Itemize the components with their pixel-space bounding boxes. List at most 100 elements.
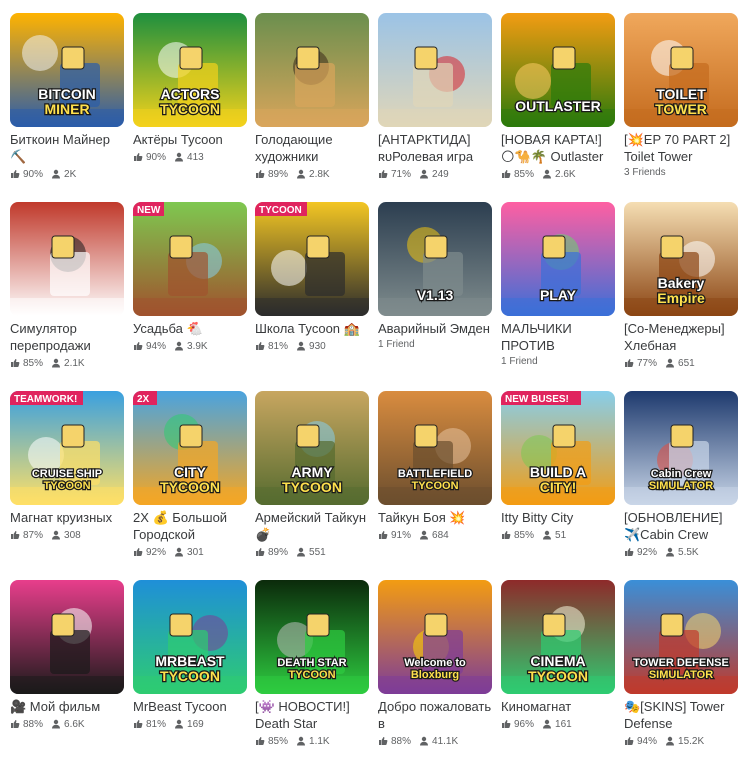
person-icon [52,358,61,368]
game-title[interactable]: Тайкун Боя 💥 [378,509,492,526]
svg-text:TYCOON: TYCOON [160,668,220,684]
game-title[interactable]: Itty Bitty City [501,509,615,526]
person-icon [543,719,552,729]
game-title[interactable]: Голодающие художники [255,131,369,165]
svg-text:Bakery: Bakery [658,275,705,291]
game-title[interactable]: Биткоин Майнер ⛏️ [10,131,124,165]
svg-text:NEW BUSES!: NEW BUSES! [505,394,569,405]
game-thumbnail[interactable]: MRBEAST TYCOON [133,580,247,694]
rating-stat: 85% [501,530,534,541]
game-title[interactable]: [Со-Менеджеры] Хлебная [624,320,738,354]
game-card[interactable]: BUILD A CITY! NEW BUSES! Itty Bitty City 85%… [501,391,615,573]
game-thumbnail[interactable]: CRUISE SHIP TYCOON TEAMWORK! [10,391,124,505]
thumbs-up-icon [379,170,388,178]
svg-text:CRUISE SHIP: CRUISE SHIP [32,468,102,480]
svg-text:TYCOON: TYCOON [160,101,220,117]
game-card[interactable]: MRBEAST TYCOON MrBeast Tycoon 81% 169 [133,580,247,762]
game-thumbnail[interactable]: CITY TYCOON 2X [133,391,247,505]
game-card[interactable]: TOILET TOWER [💥EP 70 PART 2] Toilet Tower 3… [624,13,738,195]
game-thumbnail[interactable]: Cabin Crew SIMULATOR [624,391,738,505]
game-stats: 92% 301 [133,545,247,559]
game-thumbnail[interactable]: BUILD A CITY! NEW BUSES! [501,391,615,505]
game-card[interactable]: TOWER DEFENSE SIMULATOR 🎭[SKINS] Tower Def… [624,580,738,762]
game-thumbnail[interactable]: NEW [133,202,247,316]
game-card[interactable]: 🎥 Мой фильм 88% 6.6K [10,580,124,762]
game-thumbnail[interactable]: Bakery Empire [624,202,738,316]
game-title[interactable]: МАЛЬЧИКИ ПРОТИВ [501,320,615,354]
game-title[interactable]: Добро пожаловать в [378,698,492,732]
game-thumbnail[interactable]: OUTLASTER [501,13,615,127]
person-icon [666,736,675,746]
game-card[interactable]: CINEMA TYCOON Киномагнат 96% 161 [501,580,615,762]
game-stats: 94% 15.2K [624,734,738,748]
game-thumbnail[interactable] [378,13,492,127]
game-card[interactable]: BATTLEFIELD TYCOON Тайкун Боя 💥 91% 684 [378,391,492,573]
game-thumbnail[interactable]: ARMY TYCOON [255,391,369,505]
thumbs-up-icon [379,531,388,539]
players-stat: 6.6K [51,719,85,730]
players-stat: 651 [665,358,695,369]
rating-stat: 77% [624,358,657,369]
rating-stat: 88% [378,736,411,747]
game-title[interactable]: Киномагнат [501,698,615,715]
game-title[interactable]: 🎭[SKINS] Tower Defense [624,698,738,732]
game-card[interactable]: CITY TYCOON 2X 2X 💰 Большой Городской 92% 301 [133,391,247,573]
game-title[interactable]: [АНТАРКТИДА] ʀᴜРолевая игра [378,131,492,165]
person-icon [175,719,184,729]
game-card[interactable]: Симулятор перепродажи 85% 2.1K [10,202,124,384]
svg-text:SIMULATOR: SIMULATOR [649,669,713,681]
game-card[interactable]: NEW Усадьба 🐔 94% 3.9K [133,202,247,384]
game-thumbnail[interactable] [10,202,124,316]
game-thumbnail[interactable]: ACTORS TYCOON [133,13,247,127]
svg-text:SIMULATOR: SIMULATOR [649,480,713,492]
thumbs-up-icon [379,737,388,745]
game-title[interactable]: 2X 💰 Большой Городской [133,509,247,543]
game-title[interactable]: Магнат круизных [10,509,124,526]
game-title[interactable]: [ОБНОВЛЕНИЕ] ✈️Cabin Crew [624,509,738,543]
game-thumbnail[interactable] [255,13,369,127]
game-card[interactable]: PLAY МАЛЬЧИКИ ПРОТИВ 1 Friend [501,202,615,384]
game-thumbnail[interactable]: PLAY [501,202,615,316]
game-thumbnail[interactable]: V1.13 [378,202,492,316]
game-card[interactable]: Голодающие художники 89% 2.8K [255,13,369,195]
game-thumbnail[interactable]: TOILET TOWER [624,13,738,127]
game-card[interactable]: OUTLASTER [НОВАЯ КАРТА!] 🌕🐪🌴 Outlaster 85%… [501,13,615,195]
game-thumbnail[interactable]: DEATH STAR TYCOON [255,580,369,694]
players-value: 2.1K [64,357,85,369]
game-thumbnail[interactable] [10,580,124,694]
game-thumbnail[interactable]: BITCOIN MINER [10,13,124,127]
game-title[interactable]: MrBeast Tycoon [133,698,247,715]
game-thumbnail[interactable]: TYCOON [255,202,369,316]
game-title[interactable]: Усадьба 🐔 [133,320,247,337]
game-card[interactable]: TYCOON Школа Tycoon 🏫 81% 930 [255,202,369,384]
game-stats: 77% 651 [624,356,738,370]
game-title[interactable]: 🎥 Мой фильм [10,698,124,715]
game-title[interactable]: Аварийный Эмден [378,320,492,337]
game-card[interactable]: CRUISE SHIP TYCOON TEAMWORK! Магнат круизны… [10,391,124,573]
game-title[interactable]: Симулятор перепродажи [10,320,124,354]
game-title[interactable]: [💥EP 70 PART 2] Toilet Tower [624,131,738,165]
game-card[interactable]: Bakery Empire [Со-Менеджеры] Хлебная 77% 651 [624,202,738,384]
game-title[interactable]: [👾 НОВОСТИ!] Death Star [255,698,369,732]
game-thumbnail[interactable]: CINEMA TYCOON [501,580,615,694]
game-card[interactable]: ARMY TYCOON Армейский Тайкун💣 89% 551 [255,391,369,573]
game-title[interactable]: Армейский Тайкун💣 [255,509,369,543]
game-card[interactable]: Welcome to Bloxburg Добро пожаловать в 88% 4… [378,580,492,762]
game-thumbnail[interactable]: Welcome to Bloxburg [378,580,492,694]
game-thumbnail[interactable]: TOWER DEFENSE SIMULATOR [624,580,738,694]
players-value: 169 [187,718,204,730]
game-card[interactable]: ACTORS TYCOON Актёры Tycoon 90% 413 [133,13,247,195]
game-thumbnail[interactable]: BATTLEFIELD TYCOON [378,391,492,505]
game-card[interactable]: Cabin Crew SIMULATOR [ОБНОВЛЕНИЕ] ✈️Cabin … [624,391,738,573]
game-card[interactable]: DEATH STAR TYCOON [👾 НОВОСТИ!] Death Star 8… [255,580,369,762]
players-value: 3.9K [187,340,208,352]
rating-stat: 91% [378,530,411,541]
game-title[interactable]: Школа Tycoon 🏫 [255,320,369,337]
game-title[interactable]: [НОВАЯ КАРТА!] 🌕🐪🌴 Outlaster [501,131,615,165]
game-card[interactable]: V1.13 Аварийный Эмден 1 Friend [378,202,492,384]
game-title[interactable]: Актёры Tycoon [133,131,247,148]
svg-text:MINER: MINER [44,101,89,117]
game-card[interactable]: [АНТАРКТИДА] ʀᴜРолевая игра 71% 249 [378,13,492,195]
game-card[interactable]: BITCOIN MINER Биткоин Майнер ⛏️ 90% 2K [10,13,124,195]
thumbs-up-icon [134,720,143,728]
